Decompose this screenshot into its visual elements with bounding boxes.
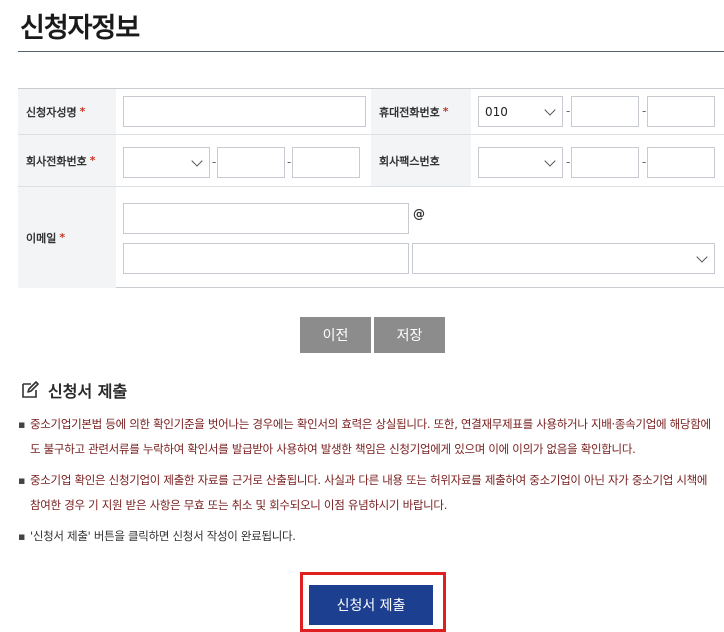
dash-separator: -: [287, 155, 292, 169]
edit-icon: [22, 381, 39, 398]
email-domain-select[interactable]: [412, 243, 715, 274]
dash-separator: -: [642, 155, 647, 169]
email-label: 이메일 *: [18, 187, 116, 288]
at-sign: @: [413, 207, 425, 221]
notice-list: 중소기업기본법 등에 의한 확인기준을 벗어나는 경우에는 확인서의 효력은 상…: [18, 412, 718, 555]
company-phone-area-select[interactable]: [123, 147, 210, 178]
form-row-name-mobile: 신청자성명 * 휴대전화번호 * 010 - -: [18, 89, 724, 135]
chevron-down-icon: [544, 104, 556, 116]
email-domain-input[interactable]: [123, 243, 409, 274]
company-phone-last-input[interactable]: [292, 147, 360, 178]
notice-item: 중소기업기본법 등에 의한 확인기준을 벗어나는 경우에는 확인서의 효력은 상…: [18, 412, 718, 462]
company-fax-last-input[interactable]: [647, 147, 715, 178]
applicant-name-label: 신청자성명 *: [18, 89, 116, 134]
mobile-last-input[interactable]: [647, 96, 715, 127]
submit-application-button[interactable]: 신청서 제출: [309, 585, 433, 625]
notice-item: '신청서 제출' 버튼을 클릭하면 신청서 작성이 완료됩니다.: [18, 524, 718, 549]
submission-section-heading: 신청서 제출: [20, 378, 127, 402]
applicant-name-label-text: 신청자성명: [26, 105, 77, 119]
mobile-prefix-value: 010: [485, 104, 508, 119]
required-mark: *: [79, 105, 86, 118]
dash-separator: -: [566, 155, 571, 169]
applicant-info-form: 신청자성명 * 휴대전화번호 * 010 - - 회사전화번호 * - - 회사팩스번…: [18, 88, 724, 288]
company-phone-middle-input[interactable]: [217, 147, 285, 178]
company-phone-label-text: 회사전화번호: [26, 154, 87, 168]
submission-heading-text: 신청서 제출: [48, 382, 128, 401]
mobile-middle-input[interactable]: [571, 96, 639, 127]
notice-item: 중소기업 확인은 신청기업이 제출한 자료를 근거로 산출됩니다. 사실과 다른…: [18, 468, 718, 518]
required-mark: *: [89, 154, 96, 167]
company-phone-label: 회사전화번호 *: [18, 135, 116, 186]
page-title: 신청자정보: [20, 13, 140, 44]
mobile-label-text: 휴대전화번호: [379, 105, 440, 119]
prev-button[interactable]: 이전: [300, 317, 371, 353]
required-mark: *: [442, 105, 449, 118]
company-fax-label-text: 회사팩스번호: [379, 154, 440, 168]
company-fax-label: 회사팩스번호: [371, 135, 471, 186]
company-fax-area-select[interactable]: [478, 147, 563, 178]
form-action-buttons: 이전 저장: [300, 317, 445, 353]
dash-separator: -: [642, 104, 647, 118]
save-button[interactable]: 저장: [374, 317, 445, 353]
mobile-label: 휴대전화번호 *: [371, 89, 471, 134]
dash-separator: -: [566, 104, 571, 118]
form-row-email: 이메일 * @: [18, 187, 724, 288]
company-fax-middle-input[interactable]: [571, 147, 639, 178]
title-divider: [18, 51, 724, 52]
applicant-name-input[interactable]: [123, 96, 366, 127]
required-mark: *: [59, 231, 66, 244]
dash-separator: -: [212, 155, 217, 169]
email-id-input[interactable]: [123, 203, 409, 234]
email-label-text: 이메일: [26, 231, 57, 245]
mobile-prefix-select[interactable]: 010: [478, 96, 563, 127]
chevron-down-icon: [191, 155, 203, 167]
chevron-down-icon: [544, 155, 556, 167]
chevron-down-icon: [696, 251, 708, 263]
form-row-company-phone-fax: 회사전화번호 * - - 회사팩스번호 - -: [18, 135, 724, 187]
